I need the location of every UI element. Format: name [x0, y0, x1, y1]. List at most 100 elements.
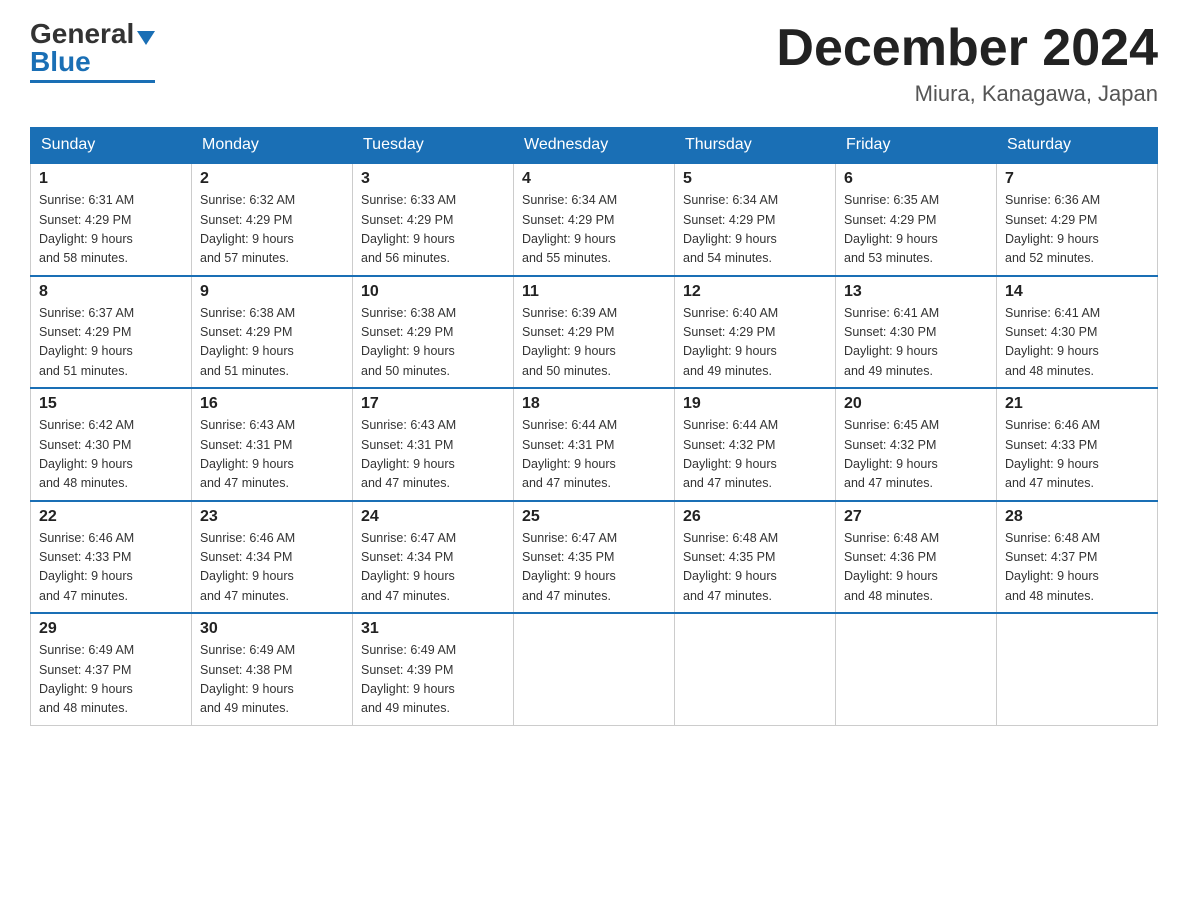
day-number: 7	[1005, 170, 1149, 188]
day-number: 3	[361, 170, 505, 188]
weekday-header-sunday: Sunday	[31, 128, 192, 164]
day-number: 9	[200, 283, 344, 301]
day-number: 23	[200, 508, 344, 526]
calendar-day-cell: 25 Sunrise: 6:47 AMSunset: 4:35 PMDayligh…	[514, 501, 675, 614]
day-number: 26	[683, 508, 827, 526]
day-number: 4	[522, 170, 666, 188]
weekday-header-row: SundayMondayTuesdayWednesdayThursdayFrid…	[31, 128, 1158, 164]
day-number: 20	[844, 395, 988, 413]
day-info: Sunrise: 6:46 AMSunset: 4:33 PMDaylight:…	[39, 529, 183, 607]
day-number: 2	[200, 170, 344, 188]
location-title: Miura, Kanagawa, Japan	[776, 81, 1158, 107]
day-number: 22	[39, 508, 183, 526]
calendar-day-cell: 7 Sunrise: 6:36 AMSunset: 4:29 PMDaylight…	[997, 163, 1158, 276]
calendar-day-cell: 23 Sunrise: 6:46 AMSunset: 4:34 PMDayligh…	[192, 501, 353, 614]
weekday-header-wednesday: Wednesday	[514, 128, 675, 164]
day-info: Sunrise: 6:38 AMSunset: 4:29 PMDaylight:…	[361, 304, 505, 382]
calendar-day-cell: 28 Sunrise: 6:48 AMSunset: 4:37 PMDayligh…	[997, 501, 1158, 614]
day-number: 5	[683, 170, 827, 188]
day-info: Sunrise: 6:49 AMSunset: 4:38 PMDaylight:…	[200, 641, 344, 719]
day-number: 14	[1005, 283, 1149, 301]
calendar-day-cell: 20 Sunrise: 6:45 AMSunset: 4:32 PMDayligh…	[836, 388, 997, 501]
day-info: Sunrise: 6:46 AMSunset: 4:34 PMDaylight:…	[200, 529, 344, 607]
day-info: Sunrise: 6:41 AMSunset: 4:30 PMDaylight:…	[844, 304, 988, 382]
empty-cell	[514, 613, 675, 725]
day-number: 11	[522, 283, 666, 301]
empty-cell	[997, 613, 1158, 725]
calendar-day-cell: 19 Sunrise: 6:44 AMSunset: 4:32 PMDayligh…	[675, 388, 836, 501]
weekday-header-saturday: Saturday	[997, 128, 1158, 164]
day-number: 16	[200, 395, 344, 413]
calendar-day-cell: 2 Sunrise: 6:32 AMSunset: 4:29 PMDaylight…	[192, 163, 353, 276]
day-number: 24	[361, 508, 505, 526]
calendar-day-cell: 13 Sunrise: 6:41 AMSunset: 4:30 PMDayligh…	[836, 276, 997, 389]
calendar-day-cell: 4 Sunrise: 6:34 AMSunset: 4:29 PMDaylight…	[514, 163, 675, 276]
day-info: Sunrise: 6:34 AMSunset: 4:29 PMDaylight:…	[522, 191, 666, 269]
day-number: 6	[844, 170, 988, 188]
day-info: Sunrise: 6:48 AMSunset: 4:36 PMDaylight:…	[844, 529, 988, 607]
weekday-header-monday: Monday	[192, 128, 353, 164]
calendar-week-row: 29 Sunrise: 6:49 AMSunset: 4:37 PMDayligh…	[31, 613, 1158, 725]
calendar-day-cell: 16 Sunrise: 6:43 AMSunset: 4:31 PMDayligh…	[192, 388, 353, 501]
day-number: 18	[522, 395, 666, 413]
day-info: Sunrise: 6:33 AMSunset: 4:29 PMDaylight:…	[361, 191, 505, 269]
month-title: December 2024	[776, 20, 1158, 77]
day-info: Sunrise: 6:49 AMSunset: 4:39 PMDaylight:…	[361, 641, 505, 719]
day-info: Sunrise: 6:41 AMSunset: 4:30 PMDaylight:…	[1005, 304, 1149, 382]
day-info: Sunrise: 6:32 AMSunset: 4:29 PMDaylight:…	[200, 191, 344, 269]
calendar-day-cell: 1Sunrise: 6:31 AMSunset: 4:29 PMDaylight…	[31, 163, 192, 276]
title-area: December 2024 Miura, Kanagawa, Japan	[776, 20, 1158, 107]
day-number: 27	[844, 508, 988, 526]
calendar-day-cell: 11Sunrise: 6:39 AMSunset: 4:29 PMDayligh…	[514, 276, 675, 389]
day-info: Sunrise: 6:47 AMSunset: 4:35 PMDaylight:…	[522, 529, 666, 607]
day-number: 29	[39, 620, 183, 638]
day-info: Sunrise: 6:46 AMSunset: 4:33 PMDaylight:…	[1005, 416, 1149, 494]
day-number: 19	[683, 395, 827, 413]
day-number: 8	[39, 283, 183, 301]
day-number: 21	[1005, 395, 1149, 413]
weekday-header-friday: Friday	[836, 128, 997, 164]
calendar-day-cell: 12 Sunrise: 6:40 AMSunset: 4:29 PMDayligh…	[675, 276, 836, 389]
calendar-day-cell: 6 Sunrise: 6:35 AMSunset: 4:29 PMDaylight…	[836, 163, 997, 276]
day-info: Sunrise: 6:48 AMSunset: 4:35 PMDaylight:…	[683, 529, 827, 607]
day-number: 28	[1005, 508, 1149, 526]
logo: General Blue	[30, 20, 155, 83]
day-number: 12	[683, 283, 827, 301]
calendar-week-row: 1Sunrise: 6:31 AMSunset: 4:29 PMDaylight…	[31, 163, 1158, 276]
logo-blue-text: Blue	[30, 48, 91, 76]
day-info: Sunrise: 6:35 AMSunset: 4:29 PMDaylight:…	[844, 191, 988, 269]
day-info: Sunrise: 6:44 AMSunset: 4:32 PMDaylight:…	[683, 416, 827, 494]
logo-triangle-icon	[137, 31, 155, 45]
day-info: Sunrise: 6:44 AMSunset: 4:31 PMDaylight:…	[522, 416, 666, 494]
day-number: 1	[39, 170, 183, 188]
calendar-day-cell: 21 Sunrise: 6:46 AMSunset: 4:33 PMDayligh…	[997, 388, 1158, 501]
day-number: 25	[522, 508, 666, 526]
calendar-day-cell: 5Sunrise: 6:34 AMSunset: 4:29 PMDaylight…	[675, 163, 836, 276]
day-info: Sunrise: 6:43 AMSunset: 4:31 PMDaylight:…	[200, 416, 344, 494]
day-info: Sunrise: 6:45 AMSunset: 4:32 PMDaylight:…	[844, 416, 988, 494]
logo-general-text: General	[30, 20, 134, 48]
day-info: Sunrise: 6:40 AMSunset: 4:29 PMDaylight:…	[683, 304, 827, 382]
weekday-header-tuesday: Tuesday	[353, 128, 514, 164]
day-number: 15	[39, 395, 183, 413]
day-number: 10	[361, 283, 505, 301]
calendar-week-row: 15 Sunrise: 6:42 AMSunset: 4:30 PMDayligh…	[31, 388, 1158, 501]
calendar-day-cell: 15 Sunrise: 6:42 AMSunset: 4:30 PMDayligh…	[31, 388, 192, 501]
day-info: Sunrise: 6:36 AMSunset: 4:29 PMDaylight:…	[1005, 191, 1149, 269]
empty-cell	[836, 613, 997, 725]
day-info: Sunrise: 6:42 AMSunset: 4:30 PMDaylight:…	[39, 416, 183, 494]
weekday-header-thursday: Thursday	[675, 128, 836, 164]
day-number: 17	[361, 395, 505, 413]
day-info: Sunrise: 6:49 AMSunset: 4:37 PMDaylight:…	[39, 641, 183, 719]
calendar-day-cell: 31Sunrise: 6:49 AMSunset: 4:39 PMDayligh…	[353, 613, 514, 725]
calendar-day-cell: 14 Sunrise: 6:41 AMSunset: 4:30 PMDayligh…	[997, 276, 1158, 389]
calendar-day-cell: 22 Sunrise: 6:46 AMSunset: 4:33 PMDayligh…	[31, 501, 192, 614]
day-info: Sunrise: 6:48 AMSunset: 4:37 PMDaylight:…	[1005, 529, 1149, 607]
day-number: 13	[844, 283, 988, 301]
calendar-day-cell: 29 Sunrise: 6:49 AMSunset: 4:37 PMDayligh…	[31, 613, 192, 725]
day-info: Sunrise: 6:47 AMSunset: 4:34 PMDaylight:…	[361, 529, 505, 607]
page-header: General Blue December 2024 Miura, Kanaga…	[30, 20, 1158, 107]
calendar-day-cell: 9 Sunrise: 6:38 AMSunset: 4:29 PMDaylight…	[192, 276, 353, 389]
empty-cell	[675, 613, 836, 725]
day-info: Sunrise: 6:38 AMSunset: 4:29 PMDaylight:…	[200, 304, 344, 382]
